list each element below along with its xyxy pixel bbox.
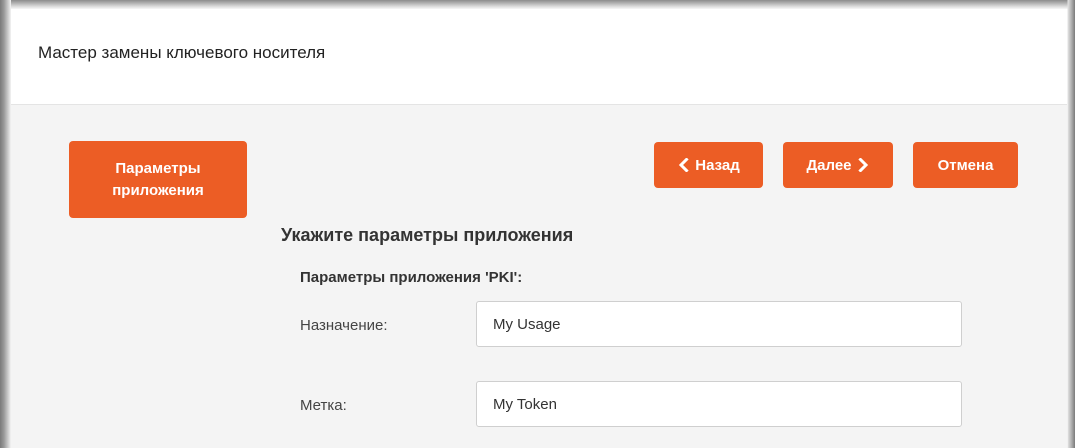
dialog-body: Параметры приложения Назад Далее Отмена …	[11, 105, 1067, 448]
next-button[interactable]: Далее	[783, 142, 893, 188]
dialog-title: Мастер замены ключевого носителя	[38, 43, 326, 62]
wizard-dialog: Мастер замены ключевого носителя Парамет…	[11, 9, 1067, 448]
dialog-header: Мастер замены ключевого носителя	[11, 9, 1067, 105]
back-button-label: Назад	[695, 156, 740, 174]
window-shadow-left	[0, 0, 11, 448]
screen: Мастер замены ключевого носителя Парамет…	[0, 0, 1075, 448]
cancel-button[interactable]: Отмена	[913, 142, 1018, 188]
usage-label: Назначение:	[300, 317, 388, 334]
next-button-label: Далее	[806, 156, 852, 174]
step-label-line1: Параметры	[115, 159, 201, 177]
cancel-button-label: Отмена	[937, 156, 994, 174]
usage-input[interactable]	[476, 301, 962, 347]
token-input[interactable]	[476, 381, 962, 427]
back-button[interactable]: Назад	[654, 142, 763, 188]
form-heading: Укажите параметры приложения	[281, 225, 574, 245]
chevron-left-icon	[679, 158, 689, 172]
step-label-line2: приложения	[112, 181, 204, 199]
step-app-params-button[interactable]: Параметры приложения	[69, 141, 247, 218]
chevron-right-icon	[857, 158, 868, 172]
pki-params-heading: Параметры приложения 'PKI':	[300, 269, 523, 286]
token-label: Метка:	[300, 397, 347, 414]
window-shadow-right	[1067, 0, 1075, 448]
window-shadow-top	[0, 0, 1075, 9]
